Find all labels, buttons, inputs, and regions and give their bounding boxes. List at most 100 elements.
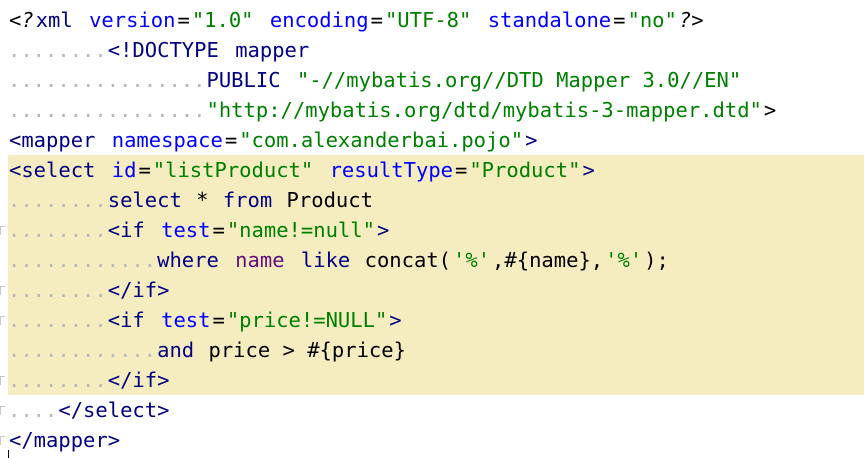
code-editor[interactable]: <?xml version="1.0" encoding="UTF-8" sta… <box>0 0 864 458</box>
code-token: = <box>613 8 626 32</box>
code-token: <mapper <box>9 128 96 152</box>
code-token: test <box>161 308 211 332</box>
code-token: id <box>111 158 137 182</box>
code-token: "UTF-8" <box>384 8 472 32</box>
code-line[interactable]: ........select * from Product <box>8 185 374 215</box>
code-token: select <box>107 188 182 212</box>
fold-marker-icon[interactable] <box>0 316 5 325</box>
fold-marker-icon[interactable] <box>0 226 5 235</box>
code-token: "Product" <box>469 158 581 182</box>
code-line[interactable]: <?xml version="1.0" encoding="UTF-8" sta… <box>8 5 705 35</box>
code-line[interactable]: <select id="listProduct" resultType="Pro… <box>8 155 596 185</box>
indent-whitespace: ........ <box>8 308 107 332</box>
code-line[interactable]: ........<!DOCTYPE mapper <box>8 35 310 65</box>
code-line[interactable]: ........</if> <box>8 275 170 305</box>
code-token: <? <box>9 8 34 32</box>
code-token: resultType <box>329 158 453 182</box>
code-line[interactable]: ............where name like concat('%',#… <box>8 245 670 275</box>
fold-marker-icon[interactable] <box>0 406 5 415</box>
indent-whitespace: ............ <box>8 248 157 272</box>
code-token: "-//mybatis.org//DTD Mapper 3.0//EN" <box>296 68 742 92</box>
code-line[interactable]: ................PUBLIC "-//mybatis.org//… <box>8 65 742 95</box>
code-token: = <box>177 8 190 32</box>
code-token: > <box>389 308 402 332</box>
code-line[interactable]: ....</select> <box>8 395 170 425</box>
code-token: test <box>161 218 211 242</box>
code-token: <!DOCTYPE <box>107 38 219 62</box>
code-token: mapper <box>235 38 310 62</box>
code-token: = <box>370 8 383 32</box>
code-token: PUBLIC <box>206 68 281 92</box>
code-token: "listProduct" <box>152 158 314 182</box>
code-token: <if <box>107 308 145 332</box>
code-token: where <box>157 248 219 272</box>
code-line[interactable]: ............and price > #{price} <box>8 335 407 365</box>
code-token: "com.alexanderbai.pojo" <box>239 128 524 152</box>
code-token: concat( <box>352 248 452 272</box>
code-token: name <box>235 248 285 272</box>
indent-whitespace: .... <box>8 398 58 422</box>
indent-whitespace: ............ <box>8 338 157 362</box>
fold-marker-icon[interactable] <box>0 286 5 295</box>
fold-marker-icon[interactable] <box>0 376 5 385</box>
code-token: ,#{name}, <box>492 248 604 272</box>
code-token: = <box>224 128 238 152</box>
code-token: namespace <box>111 128 223 152</box>
code-token: = <box>212 308 225 332</box>
code-token: ); <box>644 248 669 272</box>
code-line[interactable]: <mapper namespace="com.alexanderbai.pojo… <box>8 125 538 155</box>
code-token: <select <box>9 158 96 182</box>
code-token: and <box>157 338 195 362</box>
fold-marker-icon[interactable] <box>0 436 5 445</box>
code-token: "name!=null" <box>226 218 375 242</box>
code-token: > <box>376 218 390 242</box>
code-line[interactable]: ........</if> <box>8 365 170 395</box>
code-token: '%' <box>605 248 643 272</box>
indent-whitespace: ................ <box>8 68 206 92</box>
indent-whitespace: ........ <box>8 278 107 302</box>
code-token: </if> <box>107 368 170 392</box>
code-token: = <box>138 158 151 182</box>
text-cursor <box>8 450 9 458</box>
code-line[interactable]: ................"http://mybatis.org/dtd/… <box>8 95 777 125</box>
code-token: > <box>763 98 777 122</box>
code-token: * <box>183 188 221 212</box>
code-token: '%' <box>453 248 491 272</box>
code-token: like <box>300 248 351 272</box>
code-line[interactable]: ........<if test="price!=NULL"> <box>8 305 403 335</box>
indent-whitespace: ................ <box>8 98 206 122</box>
code-token: version <box>89 8 176 32</box>
code-token: "http://mybatis.org/dtd/mybatis-3-mapper… <box>206 98 762 122</box>
code-token: <if <box>107 218 145 242</box>
code-token: xml <box>35 8 73 32</box>
indent-whitespace: ........ <box>8 188 107 212</box>
code-token: price > #{price} <box>196 338 406 362</box>
indent-whitespace: ........ <box>8 38 107 62</box>
indent-whitespace: ........ <box>8 368 107 392</box>
code-token: from <box>222 188 273 212</box>
code-token: Product <box>274 188 373 212</box>
code-token: </if> <box>107 278 170 302</box>
code-line[interactable]: </mapper> <box>8 425 121 455</box>
code-token: "no" <box>627 8 677 32</box>
indent-whitespace: ........ <box>8 218 107 242</box>
code-token: = <box>455 158 468 182</box>
code-token: > <box>525 128 538 152</box>
code-token: "price!=NULL" <box>226 308 388 332</box>
code-token: = <box>212 218 225 242</box>
code-token: ?> <box>678 8 704 32</box>
code-line[interactable]: ........<if test="name!=null"> <box>8 215 390 245</box>
code-token: encoding <box>269 8 369 32</box>
